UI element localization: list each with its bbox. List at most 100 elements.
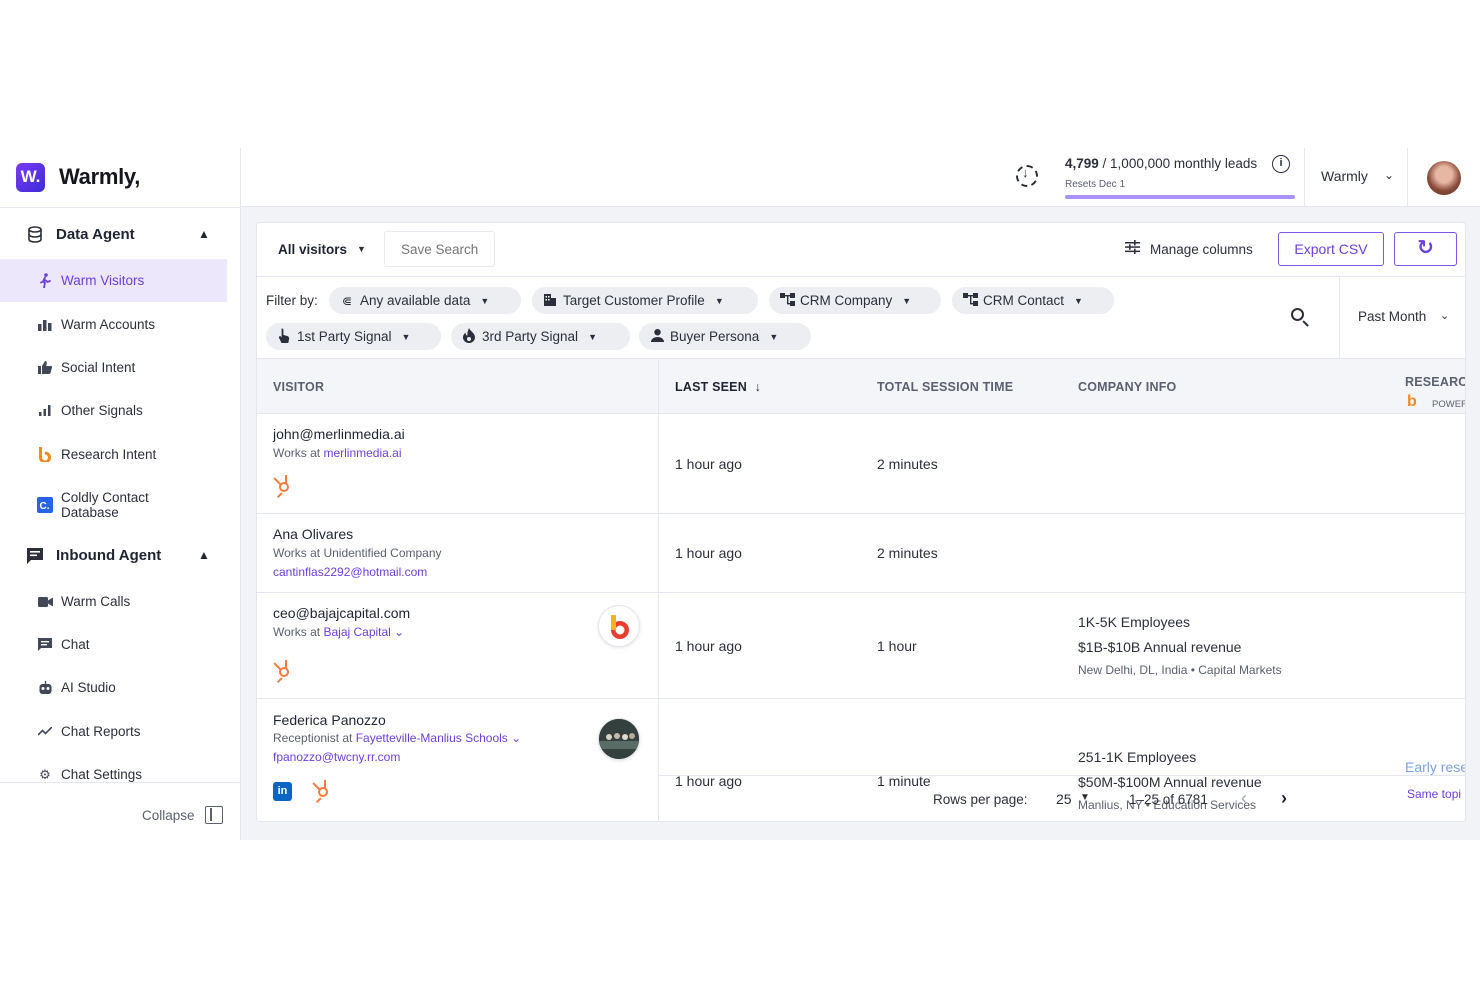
sidebar-item-chat[interactable]: Chat (0, 623, 227, 666)
sort-arrow-down-icon: ↓ (754, 380, 762, 394)
hubspot-icon[interactable] (273, 475, 295, 499)
export-csv-button[interactable]: Export CSV (1278, 232, 1384, 266)
sidebar-item-warm-visitors[interactable]: Warm Visitors (0, 259, 227, 302)
hubspot-icon[interactable] (312, 780, 334, 804)
filter-chip-any-data[interactable]: ⋐ Any available data ▼ (329, 287, 521, 314)
info-icon[interactable]: i (1272, 155, 1290, 173)
chevron-down-icon[interactable]: ⌄ (1384, 168, 1394, 182)
period-selector[interactable]: Past Month (1358, 309, 1426, 324)
caret-down-icon[interactable]: ▼ (1080, 792, 1090, 803)
filter-chip-3rd-party-signal[interactable]: 3rd Party Signal ▼ (451, 323, 630, 350)
hierarchy-icon (962, 292, 978, 309)
brand-logo[interactable]: W. Warmly, (16, 162, 140, 192)
search-icon[interactable] (1290, 307, 1312, 329)
save-search-input[interactable] (384, 231, 495, 267)
filter-chip-crm-contact[interactable]: CRM Contact ▼ (952, 287, 1114, 314)
chevron-right-icon[interactable]: › (1281, 788, 1287, 809)
chevron-down-icon[interactable]: ⌄ (391, 625, 404, 639)
section-data-agent[interactable]: Data Agent ▲ (0, 218, 240, 250)
manage-columns-button[interactable]: Manage columns (1125, 240, 1253, 258)
coldly-icon: C. (37, 496, 53, 513)
sidebar-item-other-signals[interactable]: Other Signals (0, 389, 227, 432)
visitor-company: Receptionist at Fayetteville-Manlius Sch… (273, 731, 521, 745)
sidebar-item-research-intent[interactable]: Research Intent (0, 433, 227, 476)
rows-per-page-select[interactable]: 25 (1056, 791, 1072, 807)
sidebar-item-label: Warm Calls (61, 594, 131, 609)
caret-down-icon[interactable]: ▼ (357, 244, 366, 254)
sidebar-item-social-intent[interactable]: Social Intent (0, 346, 227, 389)
visitor-email[interactable]: fpanozzo@twcny.rr.com (273, 750, 400, 764)
bar-chart-icon (37, 317, 53, 333)
refresh-icon: ↻ (1417, 237, 1434, 259)
rows-per-page-label: Rows per page: (933, 792, 1028, 807)
visitor-name[interactable]: ceo@bajajcapital.com (273, 605, 410, 621)
column-header-research[interactable]: RESEARC (1405, 375, 1465, 389)
view-selector[interactable]: All visitors (278, 242, 347, 257)
chip-label: 3rd Party Signal (482, 329, 579, 344)
collapse-sidebar-icon[interactable] (205, 806, 223, 824)
filter-chip-target-customer-profile[interactable]: Target Customer Profile ▼ (532, 287, 758, 314)
manage-columns-label: Manage columns (1150, 241, 1253, 257)
refresh-button[interactable]: ↻ (1394, 232, 1457, 266)
sidebar-item-warm-calls[interactable]: Warm Calls (0, 580, 227, 623)
sidebar-item-warm-accounts[interactable]: Warm Accounts (0, 303, 227, 346)
session-time-value: 2 minutes (877, 456, 938, 472)
filter-chip-1st-party-signal[interactable]: 1st Party Signal ▼ (266, 323, 441, 350)
company-logo (598, 605, 640, 647)
person-icon (649, 328, 665, 345)
chevron-down-icon[interactable]: ⌄ (508, 731, 521, 745)
collapse-label: Collapse (142, 808, 195, 823)
top-bar: 4,799 / 1,000,000 monthly leads i Resets… (241, 148, 1480, 207)
company-link[interactable]: Fayetteville-Manlius Schools (356, 731, 508, 745)
hubspot-icon[interactable] (273, 660, 295, 684)
visitor-email[interactable]: cantinflas2292@hotmail.com (273, 565, 427, 579)
company-employees: 1K-5K Employees (1078, 614, 1191, 630)
sidebar-item-ai-studio[interactable]: AI Studio (0, 666, 227, 709)
caret-down-icon: ▼ (769, 331, 779, 342)
last-seen-value: 1 hour ago (675, 545, 742, 561)
visitor-company: Works at merlinmedia.ai (273, 446, 402, 460)
warmly-logo-icon: W. (16, 162, 45, 192)
flame-icon (461, 327, 477, 346)
table-row[interactable]: Ana Olivares Works at Unidentified Compa… (257, 514, 1465, 593)
svg-text:C.: C. (40, 501, 50, 512)
sidebar-item-coldly-contact-database[interactable]: C. Coldly Contact Database (0, 483, 227, 526)
column-header-company-info[interactable]: COMPANY INFO (1078, 380, 1176, 394)
chevron-down-icon[interactable]: ⌄ (1440, 309, 1449, 322)
linkedin-icon[interactable]: in (273, 782, 292, 801)
caret-down-icon: ▼ (714, 295, 724, 306)
toolbar: All visitors ▼ Manage columns Export CSV… (257, 223, 1465, 277)
company-link[interactable]: Bajaj Capital (323, 625, 390, 639)
download-icon[interactable] (1016, 165, 1038, 187)
section-label: Inbound Agent (56, 546, 162, 564)
column-header-last-seen[interactable]: LAST SEEN ↓ (675, 380, 761, 394)
company-link[interactable]: merlinmedia.ai (323, 446, 401, 460)
visitor-name[interactable]: john@merlinmedia.ai (273, 426, 405, 442)
filter-chip-crm-company[interactable]: CRM Company ▼ (769, 287, 941, 314)
works-at-label: Works at (273, 446, 324, 460)
pagination-range: 1–25 of 6781 (1129, 792, 1208, 807)
avatar[interactable] (1427, 161, 1461, 195)
chat-bubble-icon (37, 637, 53, 653)
sidebar-item-chat-reports[interactable]: Chat Reports (0, 710, 227, 753)
visitor-name[interactable]: Federica Panozzo (273, 712, 386, 728)
visitor-name[interactable]: Ana Olivares (273, 526, 353, 542)
chevron-left-icon[interactable]: ‹ (1241, 788, 1247, 809)
column-header-session-time[interactable]: TOTAL SESSION TIME (877, 380, 1013, 394)
filterbar-divider (1339, 277, 1340, 359)
section-inbound-agent[interactable]: Inbound Agent ▲ (0, 539, 240, 571)
chip-label: Target Customer Profile (563, 293, 705, 308)
chip-label: Buyer Persona (670, 329, 760, 344)
column-header-visitor[interactable]: VISITOR (273, 380, 324, 394)
table-row[interactable]: ceo@bajajcapital.com Works at Bajaj Capi… (257, 593, 1465, 699)
session-time-value: 1 hour (877, 638, 917, 654)
leads-progress-bar (1065, 195, 1295, 199)
app-window: W. Warmly, Data Agent ▲ Warm Visitors Wa… (0, 148, 1480, 840)
caret-down-icon: ▼ (588, 331, 597, 342)
pointer-hand-icon (276, 328, 292, 346)
workspace-switcher[interactable]: Warmly (1321, 168, 1368, 184)
filter-chip-buyer-persona[interactable]: Buyer Persona ▼ (639, 323, 811, 350)
table-row[interactable]: john@merlinmedia.ai Works at merlinmedia… (257, 414, 1465, 514)
collapse-bar[interactable]: Collapse (0, 782, 240, 840)
last-seen-value: 1 hour ago (675, 456, 742, 472)
